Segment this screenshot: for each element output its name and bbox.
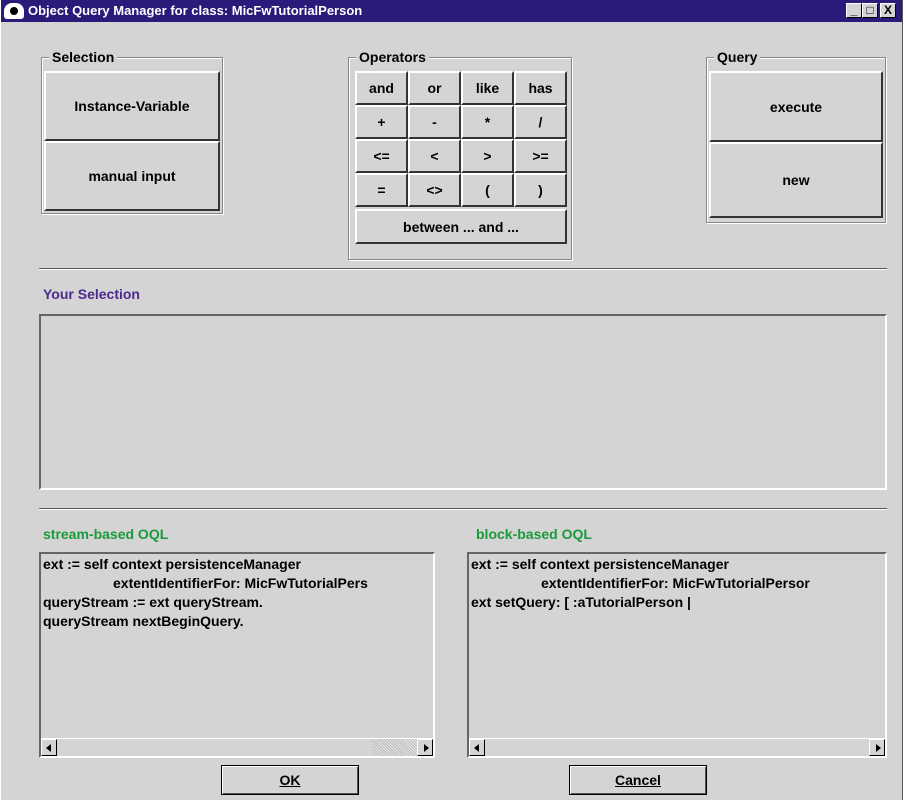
operator-button[interactable]: < [408, 139, 461, 173]
operator-button[interactable]: >= [514, 139, 567, 173]
selection-legend: Selection [49, 49, 118, 65]
separator-top [39, 268, 887, 270]
block-oql-line: extentIdentifierFor: MicFwTutorialPersor [541, 575, 810, 591]
between-and-button[interactable]: between ... and ... [355, 209, 567, 244]
manual-input-button[interactable]: manual input [44, 141, 220, 211]
arrow-left-icon [474, 744, 479, 752]
maximize-button[interactable]: □ [862, 3, 878, 18]
stream-oql-line: queryStream nextBeginQuery. [43, 613, 244, 629]
operator-button[interactable]: has [514, 71, 567, 105]
arrow-left-icon [46, 744, 51, 752]
operator-button[interactable]: * [461, 105, 514, 139]
ok-button[interactable]: OK [221, 765, 359, 795]
new-button[interactable]: new [709, 142, 883, 218]
operator-button[interactable]: or [408, 71, 461, 105]
stream-oql-label: stream-based OQL [43, 526, 169, 542]
stream-oql-hscrollbar[interactable] [41, 738, 433, 756]
block-oql-label: block-based OQL [476, 526, 592, 542]
operator-button[interactable]: > [461, 139, 514, 173]
query-manager-window: Object Query Manager for class: MicFwTut… [0, 0, 903, 800]
minimize-button[interactable]: _ [846, 3, 862, 18]
operator-button[interactable]: ) [514, 173, 567, 207]
cancel-button[interactable]: Cancel [569, 765, 707, 795]
close-button[interactable]: X [880, 3, 896, 18]
block-oql-line: ext := self context persistenceManager [471, 556, 729, 572]
query-legend: Query [714, 49, 761, 65]
title-bar[interactable]: Object Query Manager for class: MicFwTut… [1, 0, 902, 22]
instance-variable-button[interactable]: Instance-Variable [44, 71, 220, 141]
block-oql-textarea[interactable]: ext := self context persistenceManager e… [467, 552, 887, 758]
stream-oql-textarea[interactable]: ext := self context persistenceManager e… [39, 552, 435, 758]
stream-oql-line: extentIdentifierFor: MicFwTutorialPers [113, 575, 368, 591]
operator-button[interactable]: + [355, 105, 408, 139]
operator-button[interactable]: <= [355, 139, 408, 173]
your-selection-field[interactable] [39, 314, 887, 490]
your-selection-label: Your Selection [43, 286, 140, 302]
arrow-right-icon [424, 744, 429, 752]
scroll-right-button[interactable] [417, 739, 433, 756]
separator-bottom [39, 508, 887, 510]
scroll-right-button[interactable] [869, 739, 885, 756]
operator-button[interactable]: <> [408, 173, 461, 207]
operator-button[interactable]: - [408, 105, 461, 139]
arrow-right-icon [876, 744, 881, 752]
block-oql-line: ext setQuery: [ :aTutorialPerson | [471, 594, 691, 610]
execute-button[interactable]: execute [709, 71, 883, 142]
operator-button[interactable]: ( [461, 173, 514, 207]
window-title: Object Query Manager for class: MicFwTut… [28, 3, 363, 18]
stream-oql-line: queryStream := ext queryStream. [43, 594, 263, 610]
operator-button[interactable]: and [355, 71, 408, 105]
scroll-left-button[interactable] [41, 739, 57, 756]
stream-oql-line: ext := self context persistenceManager [43, 556, 301, 572]
operators-legend: Operators [356, 49, 429, 65]
eye-icon[interactable] [4, 3, 24, 19]
operator-button[interactable]: like [461, 71, 514, 105]
operator-button[interactable]: = [355, 173, 408, 207]
scroll-left-button[interactable] [469, 739, 485, 756]
scrollbar-track[interactable] [372, 739, 417, 756]
scrollbar-track[interactable] [485, 739, 849, 756]
operator-button[interactable]: / [514, 105, 567, 139]
block-oql-hscrollbar[interactable] [469, 738, 885, 756]
